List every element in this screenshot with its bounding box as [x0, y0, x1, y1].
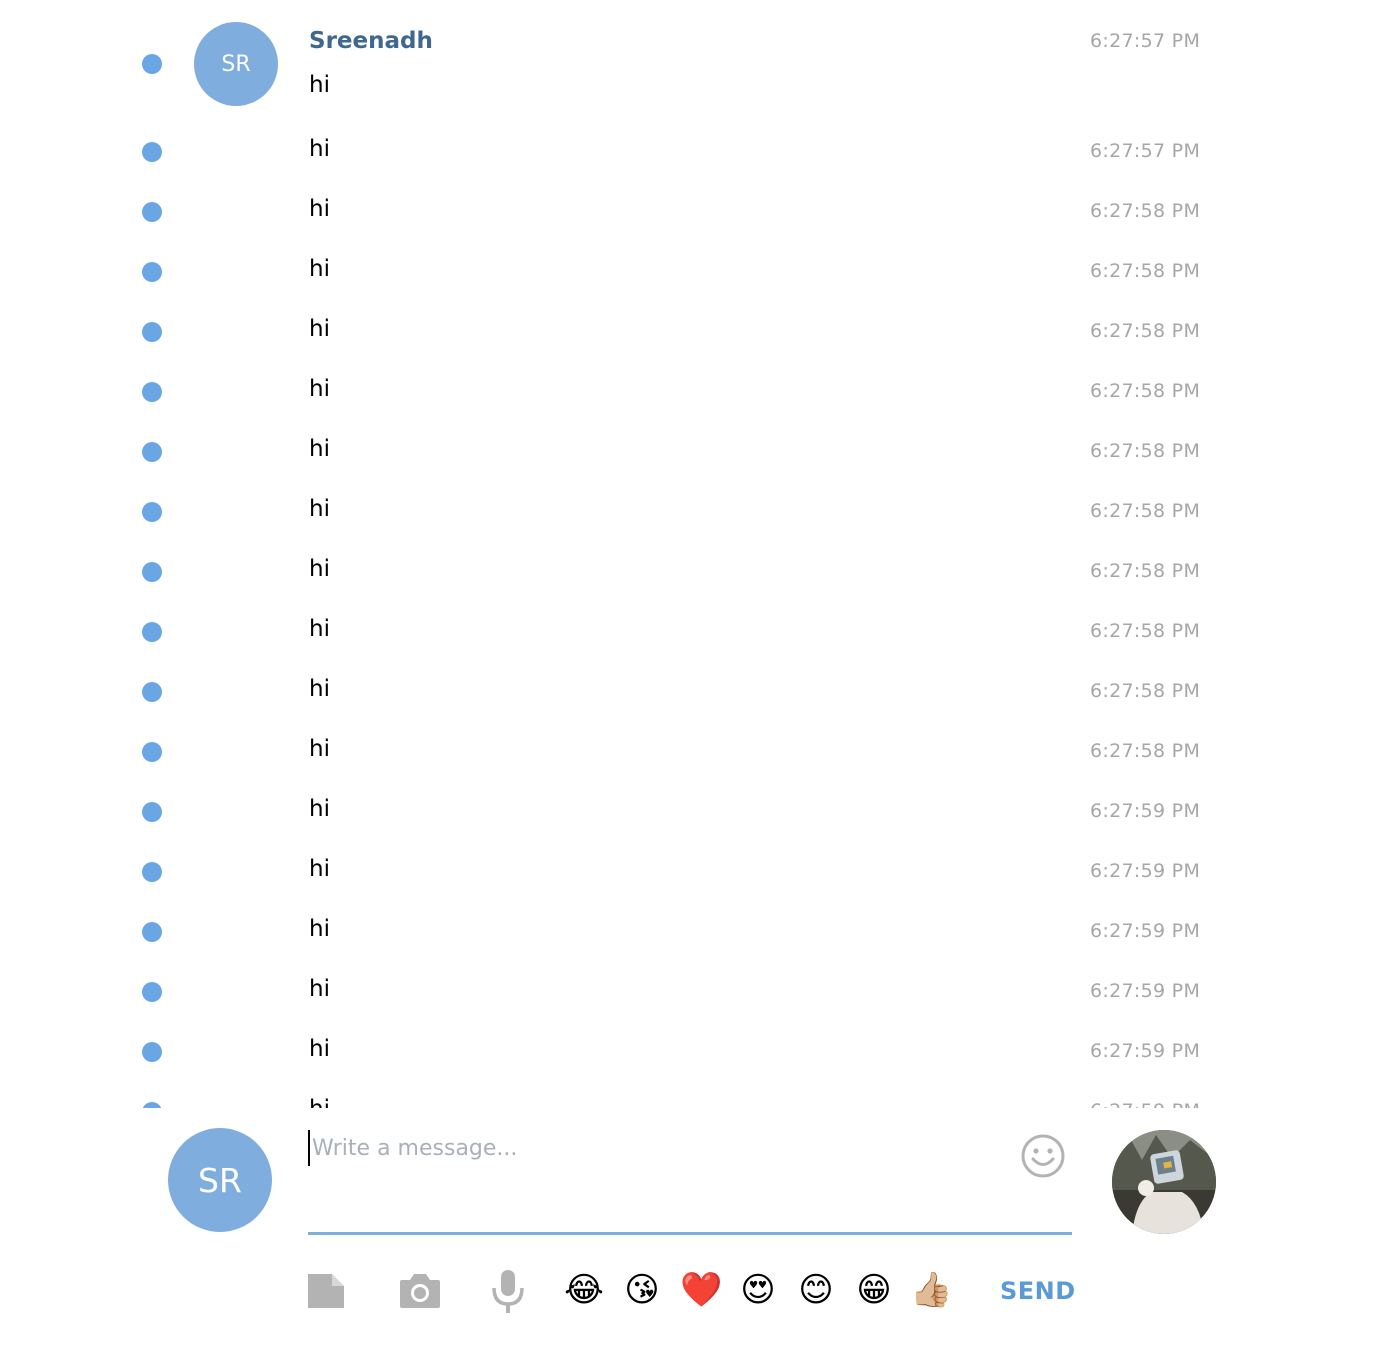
unread-indicator — [142, 682, 162, 702]
message-time: 6:27:58 PM — [1090, 560, 1201, 582]
camera-button[interactable] — [398, 1272, 442, 1310]
peer-avatar[interactable] — [1112, 1130, 1216, 1234]
message-time: 6:27:58 PM — [1090, 680, 1201, 702]
message-time: 6:27:57 PM — [1090, 140, 1201, 162]
message-time: 6:27:59 PM — [1090, 1099, 1200, 1108]
unread-indicator — [142, 802, 162, 822]
unread-indicator — [142, 502, 162, 522]
author-initials: SR — [221, 51, 251, 77]
unread-indicator — [142, 1102, 162, 1108]
message-text: hi — [309, 376, 330, 402]
message-text: hi — [309, 676, 330, 702]
author-avatar[interactable]: SR — [194, 22, 278, 106]
message-text: hi — [309, 916, 330, 942]
quick-emoji-kiss[interactable]: 😘 — [622, 1270, 662, 1310]
unread-indicator — [142, 382, 162, 402]
message-time: 6:27:58 PM — [1090, 440, 1201, 462]
unread-indicator — [142, 562, 162, 582]
message-text: hi — [309, 1036, 330, 1062]
file-icon — [308, 1274, 344, 1308]
message-text: hi — [309, 616, 330, 642]
message-time: 6:27:59 PM — [1090, 860, 1201, 882]
message-time: 6:27:58 PM — [1090, 320, 1201, 342]
unread-indicator — [142, 922, 162, 942]
message-time: 6:27:59 PM — [1090, 920, 1201, 942]
author-name[interactable]: Sreenadh — [309, 27, 433, 55]
unread-indicator — [142, 322, 162, 342]
message-time: 6:27:58 PM — [1090, 620, 1201, 642]
camera-icon — [400, 1274, 440, 1308]
message-text: hi — [309, 256, 330, 282]
quick-emoji-smile[interactable]: 😊 — [796, 1270, 836, 1310]
message-time: 6:27:58 PM — [1090, 200, 1201, 222]
message-text: hi — [309, 136, 330, 162]
emoji-picker-button[interactable] — [1020, 1133, 1066, 1179]
message-time: 6:27:58 PM — [1090, 380, 1201, 402]
message-time: 6:27:58 PM — [1090, 260, 1201, 282]
microphone-icon — [492, 1270, 524, 1313]
message-list[interactable]: SR Sreenadh 6:27:57 PM hi hi 6:27:57 PM hi… — [0, 0, 1374, 1108]
unread-indicator — [142, 442, 162, 462]
unread-indicator — [142, 142, 162, 162]
message-time: 6:27:58 PM — [1090, 500, 1201, 522]
voice-record-button[interactable] — [490, 1268, 526, 1314]
quick-emoji-heart[interactable]: ❤️ — [680, 1270, 722, 1310]
attach-file-button[interactable] — [306, 1272, 346, 1310]
quick-emoji-heart-eyes[interactable]: 😍 — [738, 1270, 778, 1310]
message-text: hi — [309, 736, 330, 762]
message-text: hi — [309, 976, 330, 1002]
quick-emoji-grin[interactable]: 😁 — [854, 1270, 894, 1310]
unread-indicator — [142, 202, 162, 222]
message-time: 6:27:59 PM — [1090, 1040, 1201, 1062]
unread-indicator — [142, 982, 162, 1002]
unread-indicator — [142, 742, 162, 762]
send-button[interactable]: SEND — [1000, 1274, 1075, 1308]
message-text: hi — [309, 436, 330, 462]
input-underline — [308, 1232, 1072, 1235]
unread-indicator — [142, 54, 162, 74]
quick-emoji-thumbs-up[interactable]: 👍🏼 — [910, 1270, 952, 1310]
message-time: 6:27:58 PM — [1090, 740, 1201, 762]
message-time: 6:27:57 PM — [1090, 30, 1201, 52]
message-text: hi — [309, 196, 330, 222]
message-text: hi — [309, 1095, 330, 1108]
peer-photo — [1112, 1130, 1216, 1234]
current-user-avatar[interactable]: SR — [168, 1128, 272, 1232]
message-text: hi — [309, 72, 330, 98]
unread-indicator — [142, 262, 162, 282]
message-input[interactable] — [308, 1130, 1012, 1166]
smiley-icon — [1021, 1134, 1065, 1178]
current-user-initials: SR — [198, 1160, 242, 1200]
message-text: hi — [309, 316, 330, 342]
message-text: hi — [309, 856, 330, 882]
unread-indicator — [142, 622, 162, 642]
message-time: 6:27:59 PM — [1090, 800, 1201, 822]
unread-indicator — [142, 1042, 162, 1062]
message-text: hi — [309, 796, 330, 822]
quick-emoji-laughing-tears[interactable]: 😂 — [564, 1270, 604, 1310]
message-time: 6:27:59 PM — [1090, 980, 1201, 1002]
message-text: hi — [309, 496, 330, 522]
unread-indicator — [142, 862, 162, 882]
message-text: hi — [309, 556, 330, 582]
